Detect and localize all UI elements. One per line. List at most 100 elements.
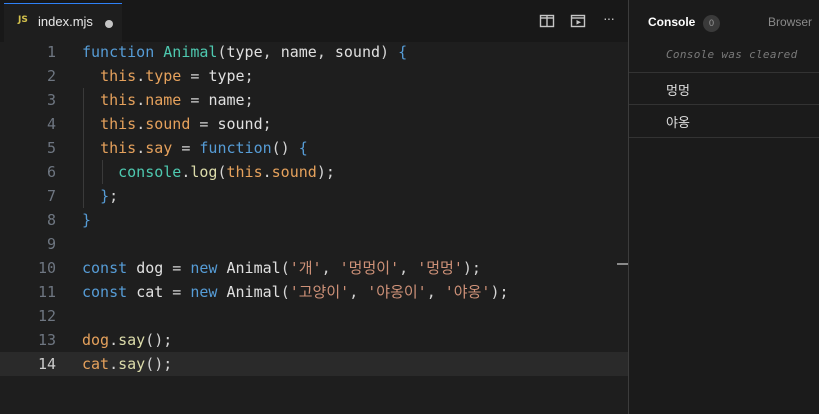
code-token: Animal bbox=[226, 259, 281, 277]
code-token: ; bbox=[244, 67, 254, 85]
code-line[interactable]: 1 function Animal(type, name, sound) { bbox=[0, 40, 628, 64]
code-token: ( bbox=[217, 163, 227, 181]
code-token: ( bbox=[280, 259, 290, 277]
editor-tab-bar: JS index.mjs ··· bbox=[0, 0, 628, 42]
code-token: ); bbox=[462, 259, 481, 277]
code-token: . bbox=[136, 115, 146, 133]
code-text: const cat = new Animal('고양이', '야옹이', '야옹… bbox=[82, 280, 509, 304]
code-token: ; bbox=[244, 91, 254, 109]
code-token: Animal bbox=[163, 43, 218, 61]
code-token: '야옹' bbox=[444, 283, 491, 301]
code-token: . bbox=[109, 331, 119, 349]
code-text: const dog = new Animal('개', '멍멍이', '멍멍')… bbox=[82, 256, 481, 280]
code-token: dog bbox=[82, 331, 110, 349]
code-line[interactable]: 5 this.say = function() { bbox=[0, 136, 628, 160]
code-token: new bbox=[190, 283, 227, 301]
code-token: . bbox=[262, 163, 272, 181]
tab-console[interactable]: Console bbox=[648, 15, 695, 29]
code-token: ; bbox=[109, 187, 119, 205]
code-token: name bbox=[280, 43, 317, 61]
code-token: , bbox=[399, 259, 418, 277]
code-token: cat bbox=[82, 355, 110, 373]
line-number: 14 bbox=[37, 355, 56, 373]
code-text: function Animal(type, name, sound) { bbox=[82, 40, 407, 64]
console-entry-text: 멍멍 bbox=[666, 84, 690, 99]
code-line[interactable]: 9 bbox=[0, 232, 628, 256]
code-token: { bbox=[298, 139, 308, 157]
code-token: , bbox=[316, 43, 335, 61]
code-token: say bbox=[118, 331, 146, 349]
code-token: . bbox=[136, 139, 146, 157]
code-token: , bbox=[262, 43, 281, 61]
code-line[interactable]: 10 const dog = new Animal('개', '멍멍이', '멍멍… bbox=[0, 256, 628, 280]
code-token: cat bbox=[136, 283, 164, 301]
split-editor-icon[interactable] bbox=[538, 12, 556, 30]
tab-index-mjs[interactable]: JS index.mjs bbox=[4, 3, 122, 42]
code-token: '개' bbox=[289, 259, 322, 277]
code-line[interactable]: 2 this.type = type; bbox=[0, 64, 628, 88]
code-line[interactable]: 4 this.sound = sound; bbox=[0, 112, 628, 136]
run-preview-icon[interactable] bbox=[569, 12, 587, 30]
code-line[interactable]: 14 cat.say(); bbox=[0, 352, 628, 376]
code-token: ( bbox=[217, 43, 227, 61]
scrollbar-marker[interactable] bbox=[617, 263, 628, 265]
console-entry: 멍멍 bbox=[629, 72, 819, 105]
tab-filename: index.mjs bbox=[38, 14, 93, 29]
line-number: 7 bbox=[46, 187, 56, 205]
line-number: 3 bbox=[46, 91, 56, 109]
code-token: this bbox=[100, 139, 137, 157]
code-token: '멍멍' bbox=[417, 259, 463, 277]
code-token: '야옹이' bbox=[367, 283, 427, 301]
code-token: sound bbox=[334, 43, 381, 61]
code-token: this bbox=[100, 115, 137, 133]
line-number: 10 bbox=[37, 259, 56, 277]
code-token: const bbox=[82, 259, 137, 277]
code-editor[interactable]: JS index.mjs ··· 1 function Animal(type, … bbox=[0, 0, 628, 414]
code-token: dog bbox=[136, 259, 164, 277]
code-token: '고양이' bbox=[289, 283, 350, 301]
code-token: } bbox=[100, 187, 110, 205]
code-token: type bbox=[208, 67, 245, 85]
tab-browser[interactable]: Browser bbox=[768, 15, 812, 29]
code-token: Animal bbox=[226, 283, 281, 301]
code-token: = bbox=[163, 283, 191, 301]
code-text: } bbox=[82, 208, 91, 232]
line-number: 12 bbox=[37, 307, 56, 325]
line-number: 1 bbox=[46, 43, 56, 61]
code-text: dog.say(); bbox=[82, 328, 172, 352]
code-token: = bbox=[163, 259, 191, 277]
code-token: name bbox=[145, 91, 182, 109]
more-actions-icon[interactable]: ··· bbox=[603, 10, 621, 28]
code-line[interactable]: 13 dog.say(); bbox=[0, 328, 628, 352]
code-text: }; bbox=[82, 184, 118, 208]
code-line[interactable]: 6 console.log(this.sound); bbox=[0, 160, 628, 184]
code-area[interactable]: 1 function Animal(type, name, sound) {2 t… bbox=[0, 40, 628, 376]
unsaved-dot-icon[interactable] bbox=[105, 20, 113, 28]
code-token: this bbox=[226, 163, 263, 181]
code-token: = bbox=[181, 91, 209, 109]
line-number: 8 bbox=[46, 211, 56, 229]
code-text: console.log(this.sound); bbox=[82, 160, 335, 184]
code-line[interactable]: 3 this.name = name; bbox=[0, 88, 628, 112]
code-token: { bbox=[398, 43, 408, 61]
console-panel: Console 0 Browser Console was cleared 멍멍… bbox=[629, 0, 819, 414]
code-line[interactable]: 12 bbox=[0, 304, 628, 328]
code-token: = bbox=[190, 115, 218, 133]
console-header: Console 0 Browser bbox=[629, 0, 819, 40]
code-line[interactable]: 11 const cat = new Animal('고양이', '야옹이', '… bbox=[0, 280, 628, 304]
code-token: say bbox=[145, 139, 173, 157]
code-token: ) bbox=[380, 43, 399, 61]
code-token: sound bbox=[145, 115, 191, 133]
code-line[interactable]: 7 }; bbox=[0, 184, 628, 208]
code-token: , bbox=[349, 283, 368, 301]
code-token: '멍멍이' bbox=[339, 259, 400, 277]
code-line[interactable]: 8} bbox=[0, 208, 628, 232]
code-token: . bbox=[109, 355, 119, 373]
code-token: ); bbox=[490, 283, 509, 301]
code-text: this.name = name; bbox=[82, 88, 254, 112]
code-token: (); bbox=[145, 355, 173, 373]
code-token: (); bbox=[145, 331, 173, 349]
